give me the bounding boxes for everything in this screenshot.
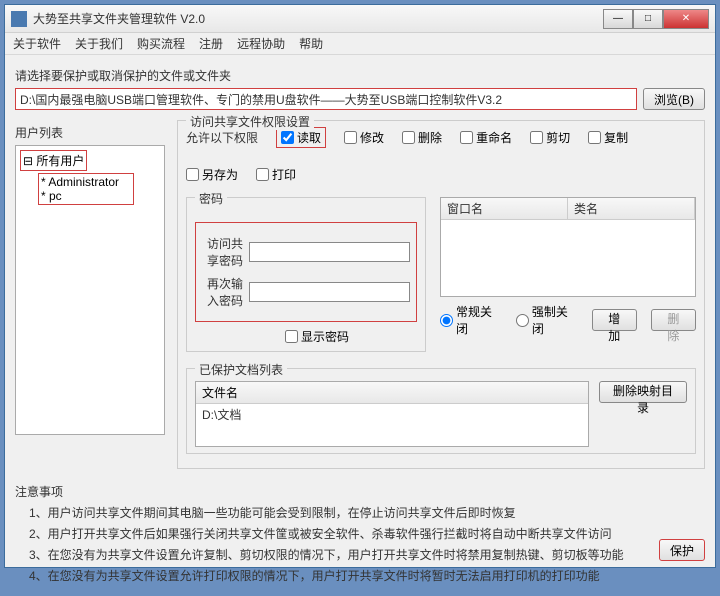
userlist-title: 用户列表 [15,124,165,141]
browse-button[interactable]: 浏览(B) [643,88,705,110]
close-force-radio[interactable] [516,314,529,327]
perm-label: 允许以下权限 [186,129,258,146]
perm-modify-checkbox[interactable] [344,131,357,144]
perm-print-checkbox[interactable] [256,168,269,181]
maximize-button[interactable]: □ [633,9,663,29]
menu-help[interactable]: 帮助 [299,35,323,52]
tree-item[interactable]: * Administrator [41,175,131,189]
note-item: 4、在您没有为共享文件设置允许打印权限的情况下，用户打开共享文件时将暂时无法启用… [29,567,705,584]
path-input[interactable] [15,88,637,110]
menu-register[interactable]: 注册 [199,35,223,52]
note-item: 2、用户打开共享文件后如果强行关闭共享文件筐或被安全软件、杀毒软件强行拦截时将自… [29,525,705,542]
note-item: 3、在您没有为共享文件设置允许复制、剪切权限的情况下，用户打开共享文件时将禁用复… [29,546,705,563]
delete-mapping-button[interactable]: 删除映射目录 [599,381,687,403]
permissions-group: 访问共享文件权限设置 允许以下权限 读取 修改 删除 重命名 剪切 复制 另存为… [177,120,705,469]
title-bar: 大势至共享文件夹管理软件 V2.0 — □ ✕ [5,5,715,33]
password-input[interactable] [249,242,410,262]
close-normal-radio[interactable] [440,314,453,327]
close-button[interactable]: ✕ [663,9,709,29]
col-class-name: 类名 [568,198,695,219]
password-title: 密码 [195,190,227,207]
show-password-checkbox[interactable] [285,330,298,343]
protected-list-title: 已保护文档列表 [195,361,287,378]
select-prompt-label: 请选择要保护或取消保护的文件或文件夹 [15,67,705,84]
app-icon [11,11,27,27]
menu-remote-help[interactable]: 远程协助 [237,35,285,52]
note-item: 1、用户访问共享文件期间其电脑一些功能可能会受到限制，在停止访问共享文件后即时恢… [29,504,705,521]
perm-cut-checkbox[interactable] [530,131,543,144]
menu-about-us[interactable]: 关于我们 [75,35,123,52]
protected-files-table[interactable]: 文件名 D:\文档 [195,381,589,447]
perm-copy-checkbox[interactable] [588,131,601,144]
window-list-table[interactable]: 窗口名 类名 [440,197,696,297]
perm-read-checkbox[interactable] [281,131,294,144]
menu-about-software[interactable]: 关于软件 [13,35,61,52]
col-window-name: 窗口名 [441,198,568,219]
perm-saveas-checkbox[interactable] [186,168,199,181]
perm-delete-checkbox[interactable] [402,131,415,144]
protect-button[interactable]: 保护 [659,539,705,561]
delete-button[interactable]: 删除 [651,309,696,331]
menu-purchase[interactable]: 购买流程 [137,35,185,52]
perm-rename-checkbox[interactable] [460,131,473,144]
pwd1-label: 访问共享密码 [202,235,243,269]
window-title: 大势至共享文件夹管理软件 V2.0 [33,10,603,27]
tree-root[interactable]: ⊟ 所有用户 [20,150,87,171]
add-button[interactable]: 增加 [592,309,637,331]
menu-bar: 关于软件 关于我们 购买流程 注册 远程协助 帮助 [5,33,715,55]
pwd2-label: 再次输入密码 [202,275,243,309]
tree-item[interactable]: * pc [41,189,131,203]
protected-row[interactable]: D:\文档 [196,404,588,425]
permissions-title: 访问共享文件权限设置 [186,113,314,130]
protected-col-filename: 文件名 [196,382,588,404]
password-confirm-input[interactable] [249,282,410,302]
user-tree[interactable]: ⊟ 所有用户 * Administrator * pc [15,145,165,435]
minimize-button[interactable]: — [603,9,633,29]
notes-title: 注意事项 [15,483,705,500]
